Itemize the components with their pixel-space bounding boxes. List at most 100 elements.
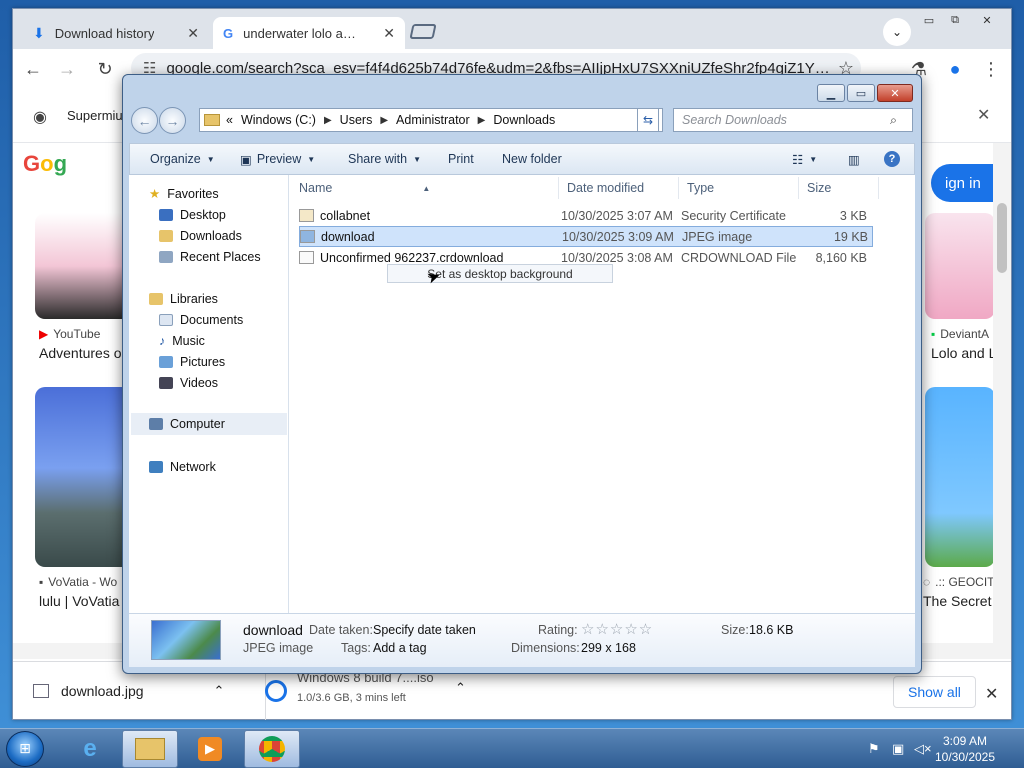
result-source[interactable]: ▪ VoVatia - Wo	[39, 575, 117, 589]
breadcrumb-administrator[interactable]: Administrator	[396, 113, 470, 127]
nav-desktop[interactable]: Desktop	[149, 204, 289, 225]
back-button[interactable]: ←	[131, 107, 158, 134]
result-source[interactable]: ▪ DeviantA	[931, 327, 989, 341]
date-taken-value[interactable]: Specify date taken	[373, 623, 476, 637]
breadcrumb-users[interactable]: Users	[340, 113, 373, 127]
close-icon[interactable]: ✕	[977, 105, 990, 125]
tags-label: Tags:	[341, 641, 371, 655]
reload-button[interactable]: ↻	[91, 55, 119, 83]
result-title[interactable]: lulu | VoVatia	[39, 593, 119, 609]
show-all-button[interactable]: Show all	[893, 676, 976, 708]
chevron-up-icon[interactable]: ⌃	[214, 683, 225, 699]
breadcrumb-windows-c[interactable]: Windows (C:)	[241, 113, 316, 127]
preview-pane-button[interactable]: ▥	[836, 144, 872, 174]
search-input[interactable]: Search Downloads ⌕	[673, 108, 913, 132]
nav-downloads[interactable]: Downloads	[149, 225, 289, 246]
taskbar-explorer[interactable]	[122, 730, 178, 768]
nav-network[interactable]: Network	[149, 456, 216, 477]
preview-pane-icon: ▥	[848, 152, 860, 167]
tab-download-history[interactable]: ⬇ Download history ✕	[23, 17, 209, 49]
search-icon[interactable]: ⌕	[890, 113, 912, 128]
address-bar[interactable]: « Windows (C:) ▶ Users ▶ Administrator ▶ Do…	[199, 108, 663, 132]
column-header-date[interactable]: Date modified	[559, 177, 679, 199]
close-button[interactable]: ✕	[877, 84, 913, 102]
result-title[interactable]: Lolo and L	[931, 345, 996, 361]
clock-time: 3:09 AM	[942, 734, 988, 748]
taskbar-chrome[interactable]	[244, 730, 300, 768]
minimize-button[interactable]: ▁	[817, 84, 845, 102]
network-status-icon[interactable]: ▣	[892, 741, 904, 757]
share-with-button[interactable]: Share with ▼	[336, 144, 433, 174]
view-options-button[interactable]: ☷ ▼	[780, 144, 829, 174]
nav-libraries[interactable]: Libraries	[149, 288, 289, 309]
organize-button[interactable]: Organize ▼	[138, 144, 227, 174]
breadcrumb-separator-icon[interactable]: ▶	[380, 115, 388, 126]
result-source[interactable]: ▶ YouTube	[39, 327, 100, 341]
file-row-download[interactable]: download 10/30/2025 3:09 AM JPEG image 19 …	[299, 226, 873, 247]
forward-button[interactable]: →	[159, 107, 186, 134]
close-window-button[interactable]: ✕	[975, 13, 999, 27]
print-button[interactable]: Print	[436, 144, 486, 174]
result-title[interactable]: The Secret	[923, 593, 991, 609]
column-header-size[interactable]: Size	[799, 177, 879, 199]
action-center-flag-icon[interactable]: ⚑	[868, 741, 880, 757]
menu-kebab-icon[interactable]: ⋮	[977, 55, 1005, 83]
set-as-desktop-background-tooltip[interactable]: Set as desktop background	[387, 264, 613, 283]
maximize-button[interactable]: ⧉	[943, 13, 967, 27]
new-tab-button[interactable]	[409, 24, 437, 39]
rating-stars[interactable]: ☆☆☆☆☆	[581, 620, 653, 638]
breadcrumb-separator-icon[interactable]: ▶	[324, 115, 332, 126]
help-button[interactable]: ?	[872, 144, 912, 174]
new-folder-button[interactable]: New folder	[490, 144, 574, 174]
maximize-button[interactable]: ▭	[847, 84, 875, 102]
nav-music[interactable]: ♪ Music	[149, 330, 289, 351]
breadcrumb-overflow[interactable]: «	[226, 113, 233, 127]
column-header-name[interactable]: Name ▲	[291, 177, 559, 199]
nav-favorites[interactable]: ★ Favorites	[149, 183, 289, 204]
close-icon[interactable]: ✕	[985, 684, 998, 704]
preview-button[interactable]: ▣ Preview ▼	[228, 144, 327, 174]
details-file-name: download	[243, 622, 303, 638]
profile-avatar[interactable]: ●	[941, 55, 969, 83]
nav-videos[interactable]: Videos	[149, 372, 289, 393]
image-thumbnail	[151, 620, 221, 660]
back-button[interactable]: ←	[19, 55, 47, 83]
refresh-button[interactable]: ⇆	[637, 108, 659, 132]
download-item[interactable]: Windows 8 build 7....iso 1.0/3.6 GB, 3 m…	[263, 670, 493, 720]
nav-recent-places[interactable]: Recent Places	[149, 246, 289, 267]
vertical-scrollbar[interactable]	[993, 143, 1011, 643]
clock[interactable]: 3:09 AM 10/30/2025	[930, 733, 1000, 765]
start-button[interactable]: ⊞	[6, 731, 44, 767]
result-source[interactable]: ◌.:: GEOCITI	[923, 575, 998, 589]
file-row-collabnet[interactable]: collabnet 10/30/2025 3:07 AM Security Cer…	[299, 205, 873, 226]
breadcrumb-separator-icon[interactable]: ▶	[478, 115, 486, 126]
close-tab-icon[interactable]: ✕	[187, 25, 199, 42]
internet-explorer-icon: e	[83, 735, 97, 762]
minimize-button[interactable]: ▭	[917, 13, 941, 27]
result-title[interactable]: Adventures o	[39, 345, 122, 361]
nav-documents[interactable]: Documents	[149, 309, 289, 330]
result-thumbnail[interactable]	[35, 387, 133, 567]
result-thumbnail[interactable]	[925, 213, 995, 319]
reload-icon: ↻	[97, 58, 113, 79]
taskbar-internet-explorer[interactable]: e	[62, 730, 118, 768]
result-thumbnail[interactable]	[35, 213, 133, 319]
result-thumbnail[interactable]	[925, 387, 995, 567]
tab-google-search[interactable]: G underwater lolo and lala ✕	[213, 17, 405, 49]
volume-muted-icon[interactable]: ◁×	[914, 741, 932, 757]
close-tab-icon[interactable]: ✕	[383, 25, 395, 42]
bookmark-label[interactable]: Supermiu	[67, 108, 123, 123]
nav-computer[interactable]: Computer	[131, 413, 287, 435]
tags-value[interactable]: Add a tag	[373, 641, 427, 655]
nav-pictures[interactable]: Pictures	[149, 351, 289, 372]
breadcrumb-downloads[interactable]: Downloads	[493, 113, 555, 127]
forward-button[interactable]: →	[53, 55, 81, 83]
chevron-up-icon[interactable]: ⌃	[455, 680, 466, 696]
column-header-type[interactable]: Type	[679, 177, 799, 199]
clock-date: 10/30/2025	[934, 750, 996, 764]
folder-icon	[135, 738, 165, 760]
tab-search-button[interactable]: ⌄	[883, 18, 911, 46]
navigation-pane: ★ Favorites Desktop Downloads Recent Plac…	[129, 175, 289, 613]
google-doodle-logo[interactable]: Gog	[23, 151, 67, 177]
taskbar-media-player[interactable]: ▶	[182, 730, 238, 768]
